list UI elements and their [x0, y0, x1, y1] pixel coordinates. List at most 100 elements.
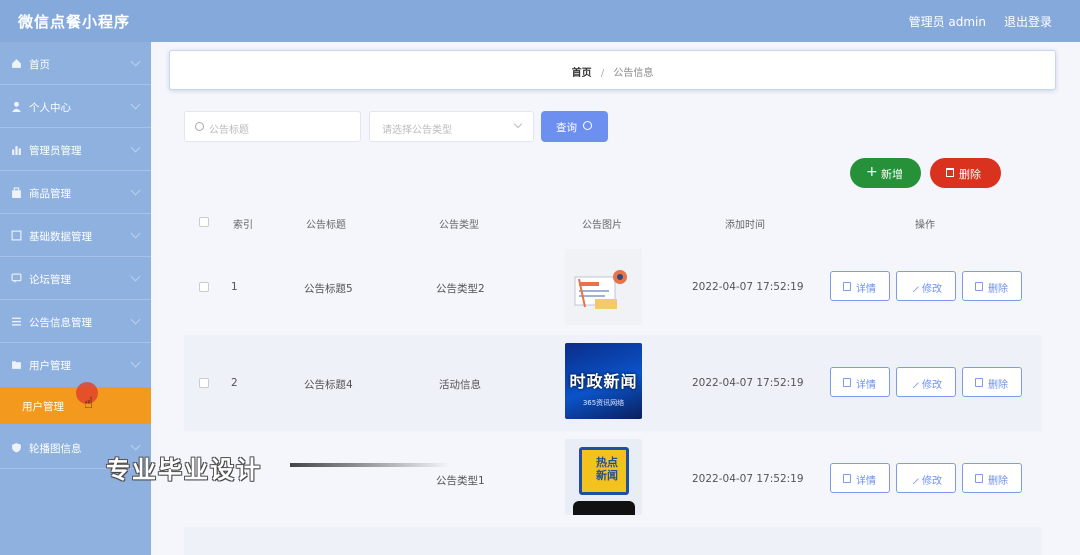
delete-button-label: 删除: [959, 168, 981, 181]
detail-button[interactable]: 详情: [830, 463, 890, 493]
breadcrumb-home[interactable]: 首页: [572, 68, 592, 79]
row-checkbox[interactable]: [199, 282, 209, 292]
sidebar-item-label: 基础数据管理: [29, 231, 92, 243]
edit-button[interactable]: 修改: [896, 367, 956, 397]
document-icon: [843, 474, 851, 483]
row-delete-button[interactable]: 删除: [962, 367, 1022, 397]
table-row: 1 公告标题5 公告类型2 2022-04-07 17:52:19 详情 修改 …: [184, 239, 1042, 335]
column-header: 公告类型: [439, 220, 479, 231]
shield-icon: [12, 443, 21, 453]
chevron-icon: [130, 99, 141, 110]
sidebar-item-forum[interactable]: 论坛管理: [0, 257, 151, 300]
search-icon: [195, 122, 204, 131]
chat-icon: [11, 273, 22, 283]
title-search-input[interactable]: 公告标题: [184, 111, 361, 142]
chevron-icon: [130, 142, 141, 153]
row-delete-button[interactable]: 删除: [962, 463, 1022, 493]
detail-button-label: 详情: [856, 284, 876, 295]
breadcrumb-separator: /: [600, 68, 605, 79]
row-checkbox[interactable]: [199, 378, 209, 388]
sidebar-item-goods[interactable]: 商品管理: [0, 171, 151, 214]
sidebar-item-label: 轮播图信息: [29, 443, 82, 455]
detail-button-label: 详情: [856, 380, 876, 391]
image-caption: 热点新闻: [596, 456, 618, 482]
add-button-label: 新增: [881, 168, 903, 181]
row-type: 公告类型2: [436, 283, 485, 295]
pencil-icon: [906, 280, 920, 293]
sidebar-item-label: 管理员管理: [29, 145, 82, 157]
column-header: 操作: [915, 220, 935, 231]
column-header: 公告图片: [582, 220, 622, 231]
user-icon: [12, 101, 21, 112]
sidebar-item-label: 商品管理: [29, 188, 71, 200]
row-time: 2022-04-07 17:52:19: [692, 281, 804, 293]
sidebar-subitem-label: 用户管理: [22, 401, 64, 413]
sidebar-item-label: 个人中心: [29, 102, 71, 114]
edit-button-label: 修改: [922, 380, 942, 391]
trash-icon: [975, 282, 983, 291]
pencil-icon: [906, 376, 920, 389]
query-button-label: 查询: [556, 122, 577, 134]
trash-icon: [975, 474, 983, 483]
trash-icon: [946, 168, 954, 177]
news-illustration: [574, 270, 627, 309]
watermark-underline: [290, 463, 450, 467]
chevron-icon: [130, 440, 141, 451]
query-button[interactable]: 查询: [541, 111, 608, 142]
home-icon: [12, 59, 21, 68]
row-delete-button-label: 删除: [988, 380, 1008, 391]
detail-button[interactable]: 详情: [830, 271, 890, 301]
edit-button-label: 修改: [922, 284, 942, 295]
folder-icon: [12, 361, 21, 369]
top-bar: 微信点餐小程序 管理员 admin 退出登录: [0, 0, 1080, 42]
sidebar-item-label: 用户管理: [29, 360, 71, 372]
chevron-icon: [130, 228, 141, 239]
row-time: 2022-04-07 17:52:19: [692, 473, 804, 485]
add-button[interactable]: + 新增: [850, 158, 921, 188]
notice-image: 热点新闻: [565, 439, 642, 515]
chevron-icon: [130, 56, 141, 67]
table-row: [184, 527, 1042, 555]
sidebar-item-profile[interactable]: 个人中心: [0, 85, 151, 128]
sidebar-item-home[interactable]: 首页: [0, 42, 151, 85]
delete-button[interactable]: 删除: [930, 158, 1001, 188]
chevron-down-icon: [513, 119, 523, 129]
title-search-placeholder: 公告标题: [209, 125, 249, 136]
sidebar-item-label: 公告信息管理: [29, 317, 92, 329]
grid-icon: [11, 230, 22, 241]
logout-link[interactable]: 退出登录: [1004, 13, 1052, 30]
row-title: 公告标题5: [304, 283, 353, 295]
row-type: 活动信息: [439, 379, 481, 391]
plus-icon: +: [866, 164, 878, 180]
image-subcaption: 365资讯网络: [582, 399, 625, 407]
table-row: 公告类型1 热点新闻 2022-04-07 17:52:19 详情 修改 删除: [184, 431, 1042, 527]
column-header: 添加时间: [725, 220, 765, 231]
chevron-icon: [130, 314, 141, 325]
row-index: 2: [231, 377, 238, 389]
search-icon: [583, 121, 592, 130]
detail-button[interactable]: 详情: [830, 367, 890, 397]
sidebar-item-basic-data[interactable]: 基础数据管理: [0, 214, 151, 257]
edit-button[interactable]: 修改: [896, 463, 956, 493]
trash-icon: [975, 378, 983, 387]
sidebar-item-admin[interactable]: 管理员管理: [0, 128, 151, 171]
chevron-icon: [130, 271, 141, 282]
column-header: 公告标题: [306, 220, 346, 231]
chevron-icon: [130, 357, 141, 368]
bar-chart-icon: [12, 146, 21, 155]
notice-image: 时政新闻 365资讯网络: [565, 343, 642, 419]
list-icon: [12, 317, 21, 326]
bag-icon: [12, 187, 21, 198]
table-row: 2 公告标题4 活动信息 时政新闻 365资讯网络 2022-04-07 17:…: [184, 335, 1042, 431]
notice-image: [565, 249, 642, 325]
type-select-placeholder: 请选择公告类型: [382, 125, 452, 136]
row-delete-button-label: 删除: [988, 284, 1008, 295]
select-all-checkbox[interactable]: [199, 217, 209, 227]
row-delete-button[interactable]: 删除: [962, 271, 1022, 301]
sidebar-item-users[interactable]: 用户管理: [0, 343, 151, 386]
edit-button[interactable]: 修改: [896, 271, 956, 301]
row-index: 1: [231, 281, 238, 293]
type-select[interactable]: 请选择公告类型: [369, 111, 534, 142]
row-title: 公告标题4: [304, 379, 353, 391]
sidebar-item-notice[interactable]: 公告信息管理: [0, 300, 151, 343]
